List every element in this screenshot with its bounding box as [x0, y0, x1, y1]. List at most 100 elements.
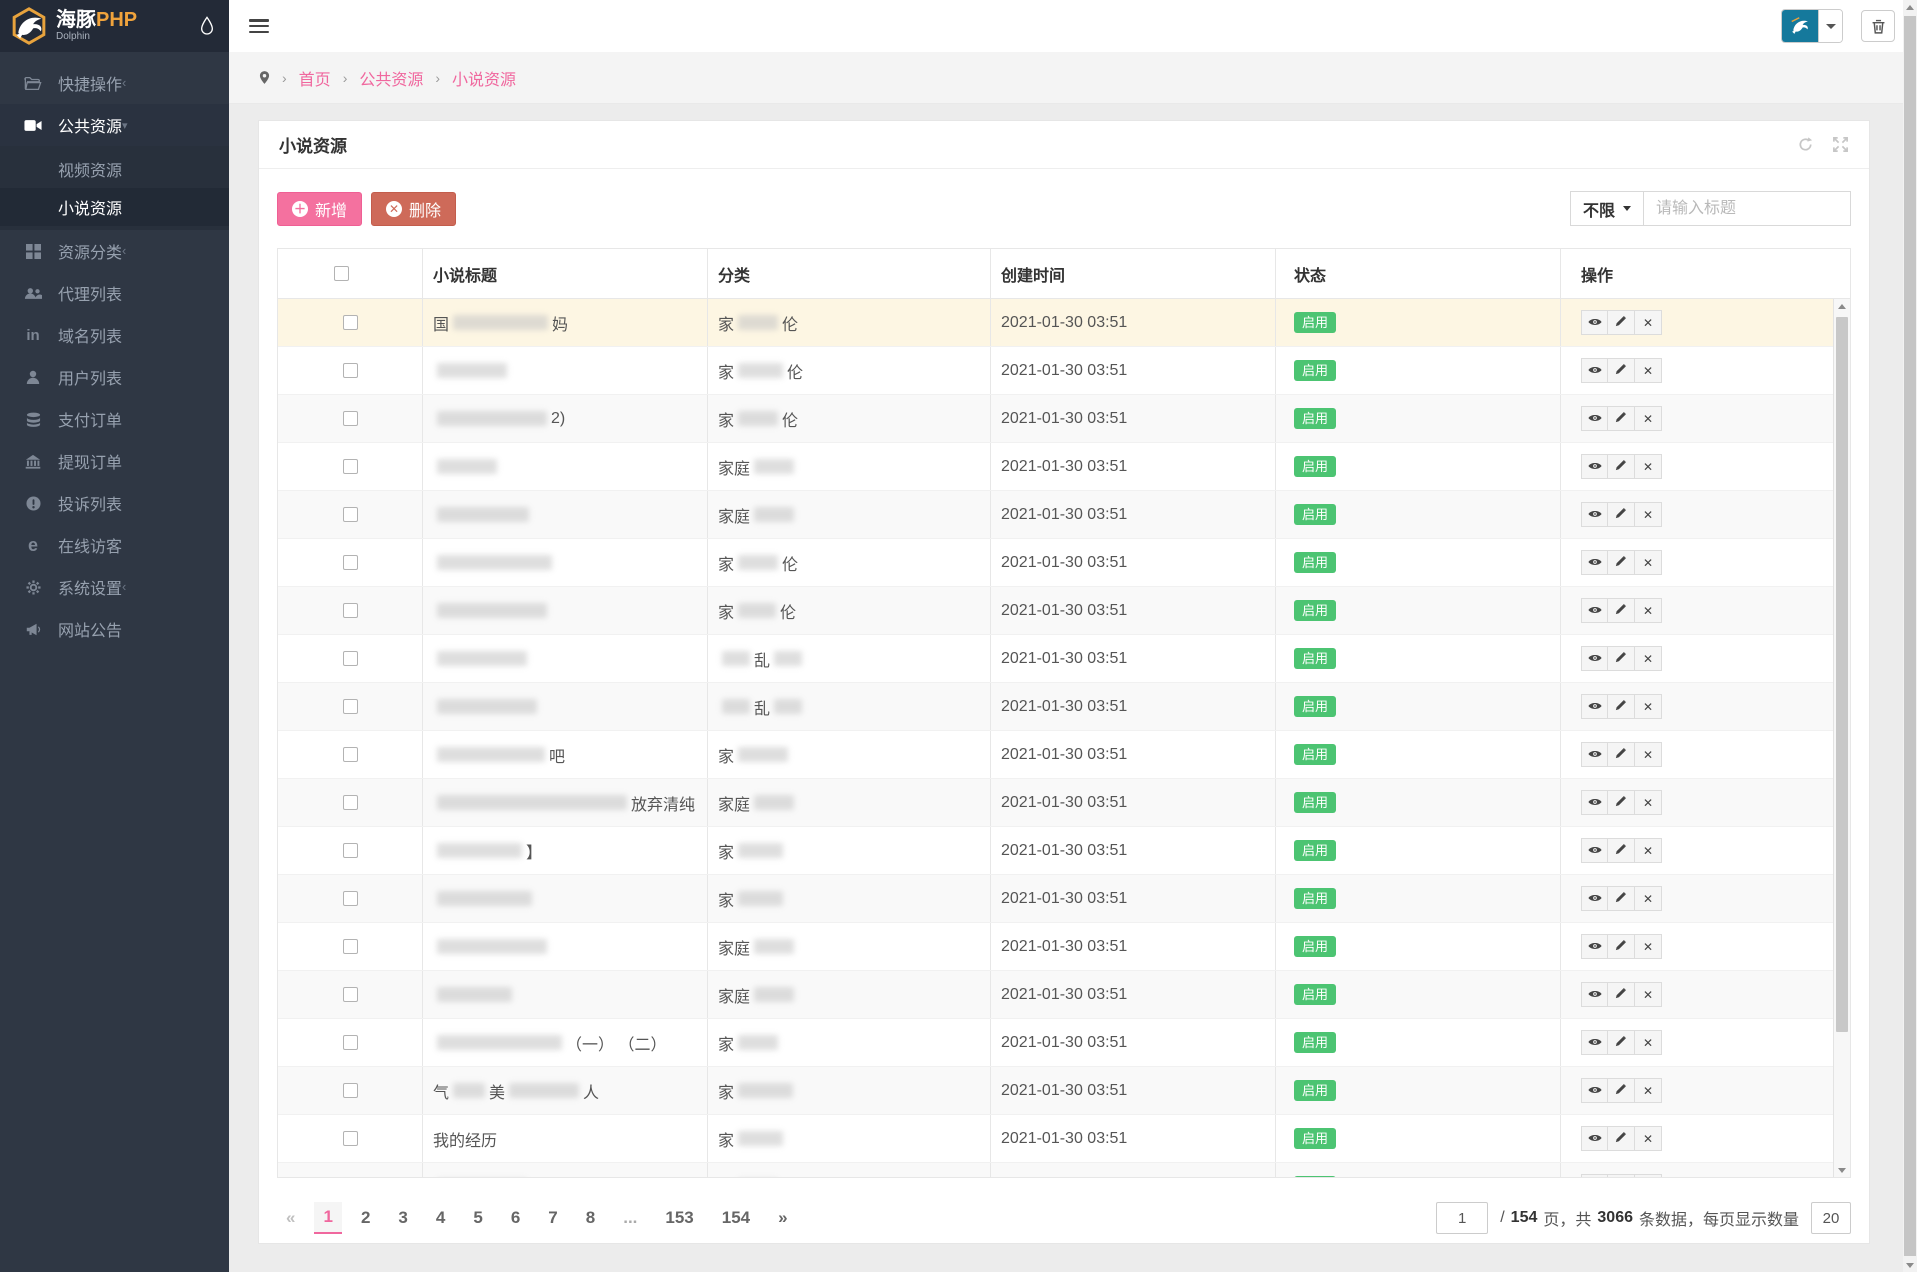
status-badge[interactable]: 启用: [1294, 456, 1336, 477]
view-button[interactable]: [1581, 502, 1608, 527]
sidebar-item-withdraw-orders[interactable]: 提现订单: [0, 440, 229, 482]
edit-button[interactable]: [1608, 598, 1635, 623]
refresh-icon[interactable]: [1797, 136, 1814, 153]
search-input[interactable]: [1643, 191, 1851, 226]
delete-row-button[interactable]: ✕: [1635, 406, 1662, 431]
view-button[interactable]: [1581, 1078, 1608, 1103]
sidebar-item-resource-categories[interactable]: 资源分类‹: [0, 230, 229, 272]
delete-row-button[interactable]: ✕: [1635, 1030, 1662, 1055]
edit-button[interactable]: [1608, 1078, 1635, 1103]
status-badge[interactable]: 启用: [1294, 504, 1336, 525]
row-checkbox[interactable]: [343, 939, 358, 954]
edit-button[interactable]: [1608, 934, 1635, 959]
delete-row-button[interactable]: ✕: [1635, 1126, 1662, 1151]
view-button[interactable]: [1581, 646, 1608, 671]
view-button[interactable]: [1581, 310, 1608, 335]
edit-button[interactable]: [1608, 502, 1635, 527]
row-checkbox[interactable]: [343, 795, 358, 810]
scroll-down-icon[interactable]: [1903, 1258, 1917, 1272]
row-checkbox[interactable]: [343, 1035, 358, 1050]
sidebar-item-public-resources[interactable]: 公共资源▾: [0, 104, 229, 146]
view-button[interactable]: [1581, 694, 1608, 719]
fullscreen-icon[interactable]: [1832, 136, 1849, 153]
user-avatar[interactable]: [1782, 10, 1818, 42]
sidebar-item-quick-actions[interactable]: 快捷操作‹: [0, 62, 229, 104]
trash-button[interactable]: [1861, 10, 1895, 42]
delete-button[interactable]: ✕ 删除: [371, 192, 456, 226]
status-badge[interactable]: 启用: [1294, 984, 1336, 1005]
sidebar-item-payment-orders[interactable]: 支付订单: [0, 398, 229, 440]
row-checkbox[interactable]: [343, 843, 358, 858]
view-button[interactable]: [1581, 838, 1608, 863]
page-button[interactable]: 154: [713, 1203, 759, 1233]
status-badge[interactable]: 启用: [1294, 1176, 1336, 1177]
row-checkbox[interactable]: [343, 747, 358, 762]
delete-row-button[interactable]: ✕: [1635, 1078, 1662, 1103]
sidebar-item-video-resources[interactable]: 视频资源: [0, 150, 229, 188]
status-badge[interactable]: 启用: [1294, 744, 1336, 765]
page-scrollbar[interactable]: [1903, 0, 1917, 1272]
edit-button[interactable]: [1608, 886, 1635, 911]
scroll-up-icon[interactable]: [1834, 299, 1850, 313]
page-size-input[interactable]: [1811, 1202, 1851, 1234]
status-badge[interactable]: 启用: [1294, 552, 1336, 573]
sidebar-item-system-settings[interactable]: 系统设置‹: [0, 566, 229, 608]
row-checkbox[interactable]: [343, 363, 358, 378]
delete-row-button[interactable]: ✕: [1635, 454, 1662, 479]
sidebar-item-complaint-list[interactable]: 投诉列表: [0, 482, 229, 524]
delete-row-button[interactable]: ✕: [1635, 934, 1662, 959]
row-checkbox[interactable]: [343, 651, 358, 666]
edit-button[interactable]: [1608, 550, 1635, 575]
view-button[interactable]: [1581, 742, 1608, 767]
add-button[interactable]: ＋ 新增: [277, 192, 362, 226]
row-checkbox[interactable]: [343, 1083, 358, 1098]
row-checkbox[interactable]: [343, 603, 358, 618]
page-button[interactable]: 8: [577, 1203, 604, 1233]
edit-button[interactable]: [1608, 790, 1635, 815]
page-button[interactable]: 6: [502, 1203, 529, 1233]
edit-button[interactable]: [1608, 454, 1635, 479]
page-button[interactable]: 5: [464, 1203, 491, 1233]
row-checkbox[interactable]: [343, 555, 358, 570]
view-button[interactable]: [1581, 1174, 1608, 1177]
view-button[interactable]: [1581, 454, 1608, 479]
view-button[interactable]: [1581, 886, 1608, 911]
scroll-down-icon[interactable]: [1834, 1163, 1850, 1177]
delete-row-button[interactable]: ✕: [1635, 550, 1662, 575]
sidebar-item-domain-list[interactable]: in域名列表: [0, 314, 229, 356]
edit-button[interactable]: [1608, 694, 1635, 719]
delete-row-button[interactable]: ✕: [1635, 310, 1662, 335]
row-checkbox[interactable]: [343, 891, 358, 906]
edit-button[interactable]: [1608, 982, 1635, 1007]
status-badge[interactable]: 启用: [1294, 888, 1336, 909]
row-checkbox[interactable]: [343, 459, 358, 474]
row-checkbox[interactable]: [343, 411, 358, 426]
delete-row-button[interactable]: ✕: [1635, 838, 1662, 863]
table-scrollbar-thumb[interactable]: [1836, 317, 1848, 1032]
delete-row-button[interactable]: ✕: [1635, 694, 1662, 719]
row-checkbox[interactable]: [343, 507, 358, 522]
view-button[interactable]: [1581, 790, 1608, 815]
status-badge[interactable]: 启用: [1294, 936, 1336, 957]
row-checkbox[interactable]: [343, 1131, 358, 1146]
row-checkbox[interactable]: [343, 315, 358, 330]
status-badge[interactable]: 启用: [1294, 360, 1336, 381]
status-badge[interactable]: 启用: [1294, 792, 1336, 813]
delete-row-button[interactable]: ✕: [1635, 742, 1662, 767]
status-badge[interactable]: 启用: [1294, 1032, 1336, 1053]
view-button[interactable]: [1581, 598, 1608, 623]
filter-dropdown[interactable]: 不限: [1570, 191, 1644, 226]
page-number-input[interactable]: [1436, 1202, 1488, 1234]
breadcrumb-link[interactable]: 小说资源: [452, 66, 516, 90]
breadcrumb-link[interactable]: 公共资源: [359, 66, 423, 90]
view-button[interactable]: [1581, 358, 1608, 383]
select-all-checkbox[interactable]: [334, 266, 349, 281]
page-button[interactable]: 4: [427, 1203, 454, 1233]
delete-row-button[interactable]: ✕: [1635, 1174, 1662, 1177]
view-button[interactable]: [1581, 982, 1608, 1007]
scroll-up-icon[interactable]: [1903, 0, 1917, 14]
edit-button[interactable]: [1608, 742, 1635, 767]
sidebar-item-online-visitors[interactable]: e在线访客: [0, 524, 229, 566]
view-button[interactable]: [1581, 934, 1608, 959]
view-button[interactable]: [1581, 406, 1608, 431]
